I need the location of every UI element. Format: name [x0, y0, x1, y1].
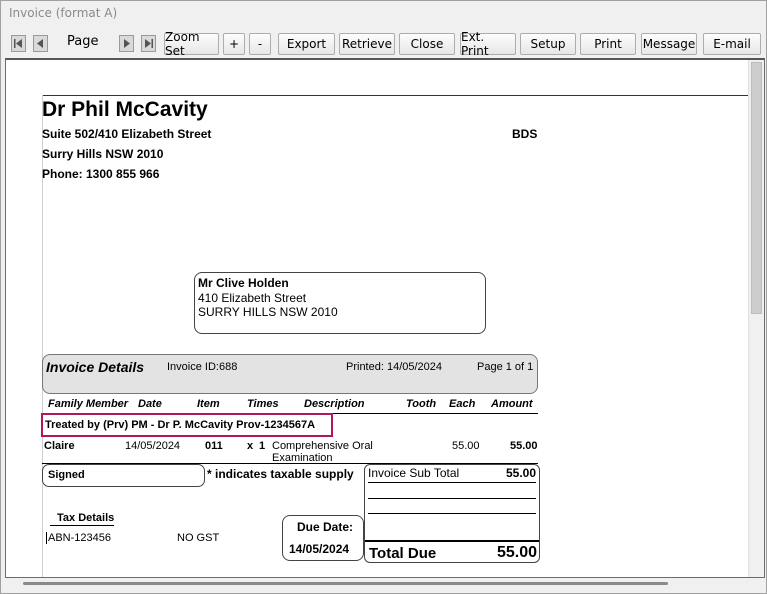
line-item-times-x: x [247, 440, 254, 452]
invoice-window: Invoice (format A) Page Zoom Set + - Exp… [0, 0, 767, 594]
treated-by-text: Treated by (Prv) PM - Dr P. McCavity Pro… [45, 419, 316, 431]
message-button[interactable]: Message [641, 33, 697, 55]
close-button[interactable]: Close [399, 33, 455, 55]
totals-box: Invoice Sub Total 55.00 Total Due 55.00 [364, 464, 540, 563]
signed-label: Signed [48, 469, 85, 481]
zoom-out-button[interactable]: - [249, 33, 271, 55]
retrieve-button[interactable]: Retrieve [339, 33, 395, 55]
treated-by-highlight: Treated by (Prv) PM - Dr P. McCavity Pro… [41, 413, 333, 437]
line-item-description-line1: Comprehensive Oral [272, 440, 373, 452]
printed-date: Printed: 14/05/2024 [346, 361, 443, 373]
line-item-member: Claire [44, 440, 75, 452]
first-page-button[interactable] [11, 35, 26, 52]
tax-abn: ABN-123456 [46, 532, 111, 544]
setup-button[interactable]: Setup [520, 33, 576, 55]
ext-print-button[interactable]: Ext. Print [460, 30, 516, 58]
page-top-rule [42, 95, 750, 96]
due-date-label: Due Date: [297, 520, 354, 534]
totals-rule-3 [368, 513, 536, 514]
total-due-value: 55.00 [496, 544, 537, 561]
column-header-times: Times [247, 398, 279, 410]
horizontal-scrollbar-thumb[interactable] [23, 582, 668, 585]
column-header-family-member: Family Member [48, 398, 129, 410]
zoom-in-button[interactable]: + [223, 33, 245, 55]
last-page-button[interactable] [141, 35, 156, 52]
practice-name: Dr Phil McCavity [42, 98, 208, 121]
invoice-details-title: Invoice Details [46, 359, 145, 375]
totals-rule-2 [368, 498, 536, 499]
practice-code: BDS [512, 127, 538, 141]
practice-address-line1: Suite 502/410 Elizabeth Street [42, 127, 212, 141]
toolbar: Page Zoom Set + - Export Retrieve Close … [1, 30, 767, 58]
recipient-address-line2: SURRY HILLS NSW 2010 [198, 305, 338, 319]
column-header-each: Each [449, 398, 476, 410]
tax-gst-status: NO GST [177, 532, 220, 544]
previous-page-button[interactable] [33, 35, 48, 52]
email-button[interactable]: E-mail [703, 33, 761, 55]
totals-rule-1 [368, 482, 536, 483]
invoice-id: Invoice ID:688 [167, 361, 238, 373]
column-header-description: Description [304, 398, 365, 410]
subtotal-value: 55.00 [505, 466, 536, 480]
line-item-each: 55.00 [452, 440, 480, 452]
column-header-tooth: Tooth [406, 398, 437, 410]
previous-page-icon [37, 39, 43, 48]
zoom-set-button[interactable]: Zoom Set [164, 30, 219, 58]
signed-box: Signed [42, 464, 205, 487]
taxable-supply-note: * indicates taxable supply [207, 467, 354, 481]
first-page-icon [14, 39, 22, 48]
total-due-label: Total Due [369, 545, 437, 562]
page-label: Page [67, 34, 99, 49]
export-button[interactable]: Export [278, 33, 335, 55]
tax-details-title: Tax Details [57, 512, 115, 524]
next-page-icon [124, 39, 130, 48]
invoice-details-header: Invoice Details Invoice ID:688 Printed: … [42, 354, 538, 394]
vertical-scrollbar-thumb[interactable] [751, 62, 762, 314]
window-title: Invoice (format A) [9, 6, 118, 20]
tax-details-rule [50, 525, 114, 526]
column-header-amount: Amount [491, 398, 533, 410]
recipient-address-box: Mr Clive Holden 410 Elizabeth Street SUR… [194, 272, 486, 334]
line-item-times: 1 [259, 440, 266, 452]
column-header-item: Item [197, 398, 220, 410]
practice-phone: Phone: 1300 855 966 [42, 167, 160, 181]
due-date-box: Due Date: 14/05/2024 [282, 515, 364, 561]
total-due-rule [365, 540, 539, 542]
last-page-icon [145, 39, 153, 48]
line-item-amount: 55.00 [510, 440, 538, 452]
recipient-name: Mr Clive Holden [198, 276, 289, 290]
subtotal-label: Invoice Sub Total [368, 466, 460, 480]
recipient-address-line1: 410 Elizabeth Street [198, 291, 307, 305]
invoice-preview[interactable]: Dr Phil McCavity Suite 502/410 Elizabeth… [5, 58, 765, 578]
line-item-item: 011 [205, 440, 223, 452]
due-date-value: 14/05/2024 [289, 542, 350, 556]
column-header-date: Date [138, 398, 162, 410]
page-count: Page 1 of 1 [477, 361, 534, 373]
invoice-page: Dr Phil McCavity Suite 502/410 Elizabeth… [6, 60, 750, 577]
next-page-button[interactable] [119, 35, 134, 52]
print-button[interactable]: Print [580, 33, 636, 55]
practice-address-line2: Surry Hills NSW 2010 [42, 147, 164, 161]
vertical-scrollbar[interactable] [748, 60, 764, 577]
line-item-date: 14/05/2024 [125, 440, 181, 452]
